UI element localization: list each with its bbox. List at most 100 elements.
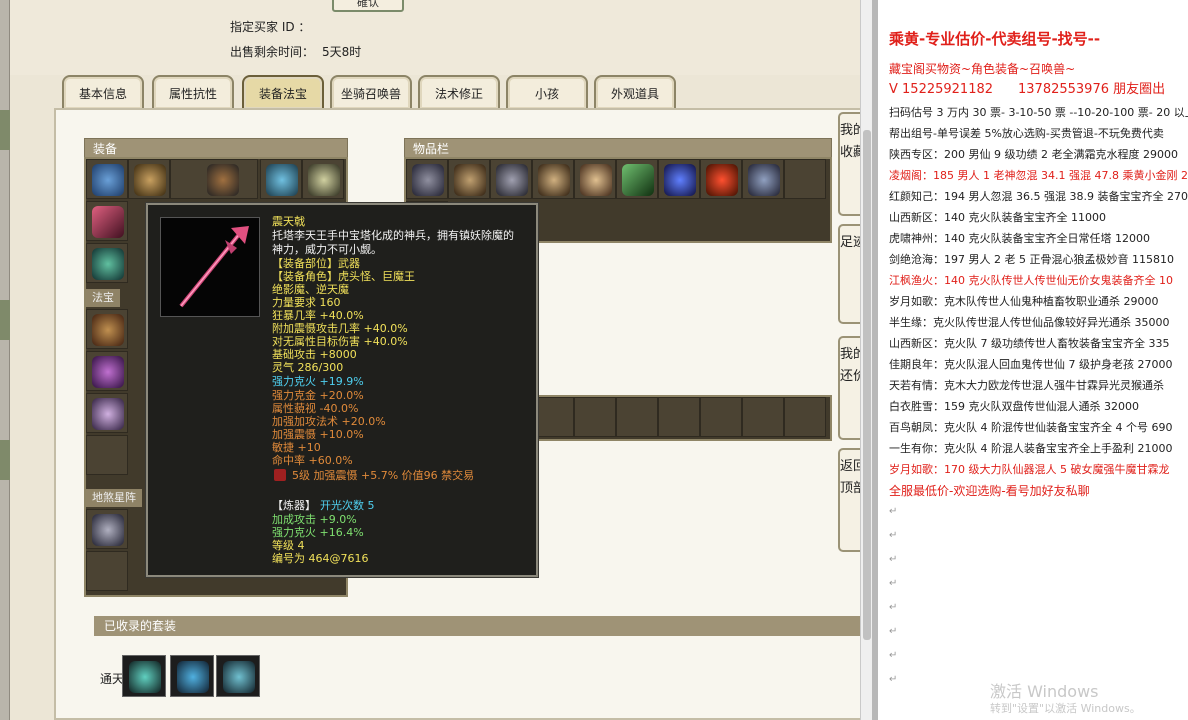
item-icon [622, 164, 654, 196]
doc-line: 山西新区：140 克火队装备宝宝齐全 11000 [889, 211, 1106, 224]
edge-fragment [0, 440, 10, 480]
inventory-slot[interactable] [784, 159, 826, 199]
item-role: 【装备角色】虎头怪、巨魔王 [272, 270, 415, 283]
inventory-slot[interactable] [658, 159, 700, 199]
sale-info: 確认 指定买家 ID ： 出售剩余时间： 5天8时 [10, 0, 870, 75]
inventory-slot[interactable] [532, 159, 574, 199]
equip-slot[interactable] [86, 243, 128, 283]
item-part: 【装备部位】武器 [272, 257, 360, 270]
item-name: 震天戟 [272, 215, 305, 228]
fabao-slot[interactable] [86, 393, 128, 433]
tab-basic-info[interactable]: 基本信息 [62, 75, 144, 109]
fabao-slot[interactable] [86, 309, 128, 349]
tab-appearance[interactable]: 外观道具 [594, 75, 676, 109]
item-stat: 狂暴几率 +40.0% [272, 309, 364, 322]
tab-equipment[interactable]: 装备法宝 [242, 75, 324, 109]
activation-watermark-sub: 转到"设置"以激活 Windows。 [990, 702, 1141, 715]
inventory-slot[interactable] [784, 397, 826, 437]
inventory-slot[interactable] [490, 159, 532, 199]
paragraph-mark: ↵ [889, 506, 898, 517]
formation-icon [92, 514, 124, 546]
tab-bar: 基本信息 属性抗性 装备法宝 坐骑召唤兽 法术修正 小孩 外观道具 [62, 75, 862, 111]
equip-slot[interactable] [302, 159, 344, 199]
time-left-row: 出售剩余时间： 5天8时 [230, 43, 361, 60]
item-desc: 托塔李天王手中宝塔化成的神兵，拥有镇妖除魔的 [272, 229, 514, 242]
item-icon [496, 164, 528, 196]
equip-slot[interactable] [86, 201, 128, 241]
inventory-slot[interactable] [574, 159, 616, 199]
doc-line: 凌烟阁：185 男人 1 老神忽混 34.1 强混 47.8 乘黄小金刚 2 [889, 169, 1188, 182]
equip-slot[interactable] [260, 159, 302, 199]
doc-line: 帮出组号-单号误差 5%放心选购-买贵管退-不玩免费代卖 [889, 127, 1164, 140]
doc-line: 扫码估号 3 万内 30 票- 3-10-50 票 --10-20-100 票-… [889, 106, 1188, 119]
tab-spell-mod[interactable]: 法术修正 [418, 75, 500, 109]
refine-count: 开光次数 5 [320, 499, 375, 512]
enhance-gem-icon [274, 469, 286, 481]
doc-line: 陕西专区：200 男仙 9 级功绩 2 老全满霜克水程度 29000 [889, 148, 1178, 161]
time-left-value: 5天8时 [322, 45, 362, 59]
inventory-slot[interactable] [658, 397, 700, 437]
doc-line: 佳期良年：克火队混人回血鬼传世仙 7 级护身老孩 27000 [889, 358, 1173, 371]
halberd-icon [179, 226, 249, 308]
item-serial: 编号为 464@7616 [272, 552, 369, 565]
item-stat: 敏捷 +10 [272, 441, 321, 454]
inventory-slot[interactable] [700, 397, 742, 437]
character-icon [207, 164, 239, 196]
inventory-slot[interactable] [616, 397, 658, 437]
item-icon [706, 164, 738, 196]
item-tooltip: 震天戟 托塔李天王手中宝塔化成的神兵，拥有镇妖除魔的 神力，威力不可小觑。 【装… [146, 203, 538, 577]
inventory-slot[interactable] [406, 159, 448, 199]
equip-slot[interactable] [128, 159, 170, 199]
weapon-icon [92, 206, 124, 238]
confirm-button[interactable]: 確认 [332, 0, 404, 12]
paragraph-mark: ↵ [889, 626, 898, 637]
item-stat: 加强震慑 +10.0% [272, 428, 364, 441]
necklace-icon [134, 164, 166, 196]
paragraph-mark: ↵ [889, 578, 898, 589]
doc-line: 半生缘：克火队传世混人传世仙品像较好异光通杀 35000 [889, 316, 1170, 329]
suit-item[interactable] [216, 655, 260, 697]
doc-contact-v: V 15225921182 [889, 82, 994, 97]
equip-slot[interactable] [86, 159, 128, 199]
doc-line: 白衣胜雪：159 克火队双盘传世仙混人通杀 32000 [889, 400, 1139, 413]
inventory-slot[interactable] [448, 159, 490, 199]
item-icon [748, 164, 780, 196]
doc-line: 剑绝沧海：197 男人 2 老 5 正骨混心狼孟极妙音 115810 [889, 253, 1174, 266]
doc-line: 岁月如歌：170 级大力队仙器混人 5 破女魔强牛魔甘霖龙 [889, 463, 1170, 476]
item-icon [580, 164, 612, 196]
text-document: 乘黄-专业估价-代卖组号-找号-- 藏宝阁买物资~角色装备~召唤兽~ V 152… [878, 0, 1188, 720]
doc-line: 百鸟朝凤：克火队 4 阶混传世仙装备宝宝齐全 4 个号 690 [889, 421, 1173, 434]
inventory-slot[interactable] [616, 159, 658, 199]
suit-piece-icon [177, 661, 209, 693]
buyer-id-label: 指定买家 ID ： [230, 20, 311, 34]
item-icon [664, 164, 696, 196]
paragraph-mark: ↵ [889, 650, 898, 661]
scroll-thumb[interactable] [863, 130, 871, 640]
item-stat: 强力克火 +19.9% [272, 375, 364, 388]
suit-item[interactable] [122, 655, 166, 697]
edge-fragment [0, 300, 10, 340]
helmet-icon [92, 164, 124, 196]
inventory-slot[interactable] [574, 397, 616, 437]
game-page: 確认 指定买家 ID ： 出售剩余时间： 5天8时 基本信息 属性抗性 装备法宝 … [10, 0, 870, 720]
formation-slot[interactable] [86, 551, 128, 591]
suit-item[interactable] [170, 655, 214, 697]
item-stat: 基础攻击 +8000 [272, 348, 357, 361]
doc-line: 天若有情：克木大力欧龙传世混人强牛甘霖异光灵猴通杀 [889, 379, 1164, 392]
page-scrollbar[interactable] [860, 0, 872, 720]
inventory-slot[interactable] [742, 159, 784, 199]
suit-piece-icon [129, 661, 161, 693]
fabao-slot[interactable] [86, 435, 128, 475]
boots-icon [92, 248, 124, 280]
item-stat: 强力克金 +20.0% [272, 389, 364, 402]
activation-watermark: 激活 Windows [990, 682, 1099, 701]
inventory-slot[interactable] [532, 397, 574, 437]
inventory-slot[interactable] [700, 159, 742, 199]
formation-slot[interactable] [86, 509, 128, 549]
inventory-slot[interactable] [742, 397, 784, 437]
tab-attributes[interactable]: 属性抗性 [152, 75, 234, 109]
doc-line: 虎啸神州：140 克火队装备宝宝齐全日常任塔 12000 [889, 232, 1150, 245]
tab-mount-pets[interactable]: 坐骑召唤兽 [330, 75, 412, 109]
tab-child[interactable]: 小孩 [506, 75, 588, 109]
fabao-slot[interactable] [86, 351, 128, 391]
